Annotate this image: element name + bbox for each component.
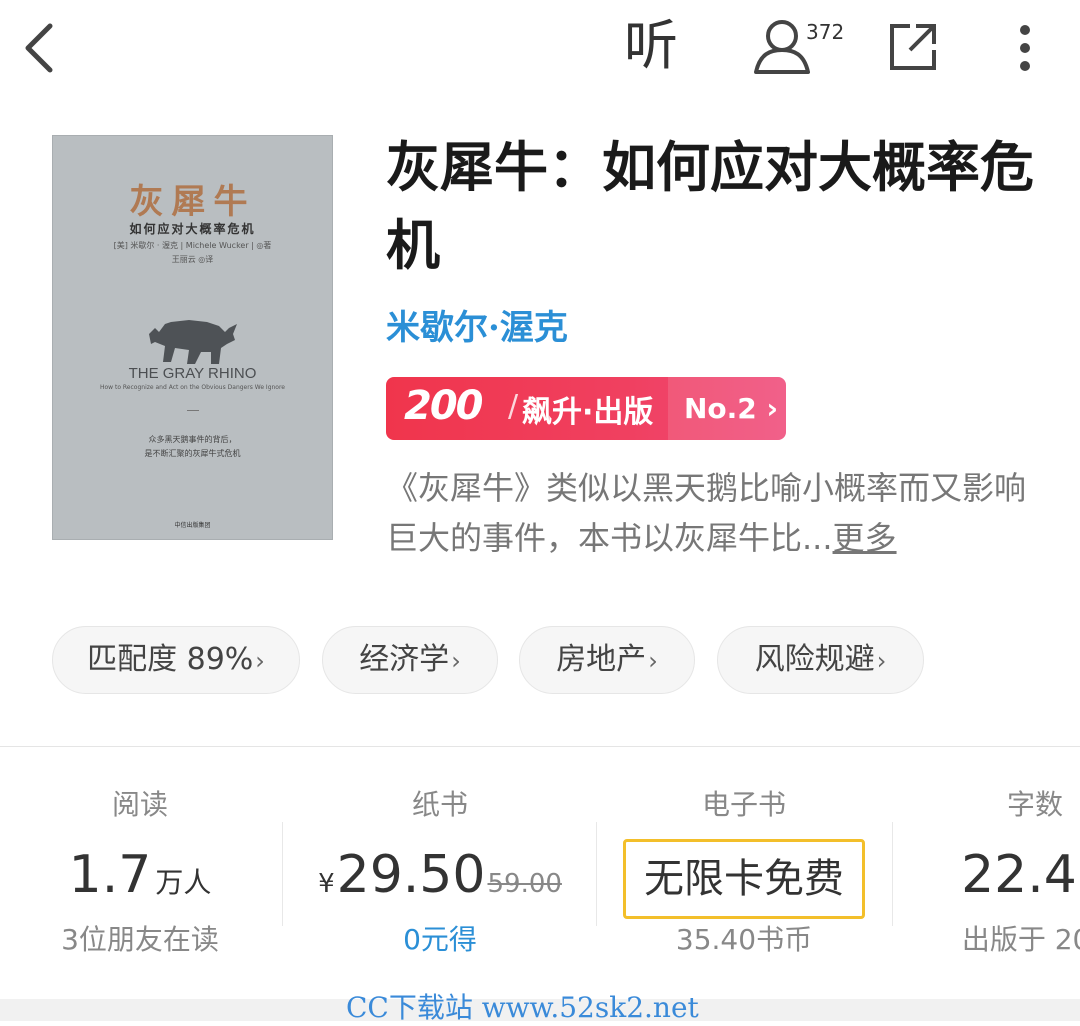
stat-label: 纸书: [411, 788, 468, 821]
person-icon: [754, 20, 810, 74]
stat-value: 1.7 万人: [40, 830, 240, 920]
tag-label: 房地产: [556, 642, 647, 677]
stat-ebook[interactable]: 电子书 无限卡免费 35.40书币: [604, 780, 884, 960]
cover-subtitle: 如何应对大概率危机: [129, 222, 256, 236]
watermark-text: CC下载站 www.52sk2.net: [346, 991, 699, 1024]
stat-value: 无限卡免费: [604, 830, 884, 920]
cover-translator-line: 王丽云 ◎译: [171, 255, 214, 264]
book-cover[interactable]: 灰犀牛 如何应对大概率危机 [美] 米歇尔 · 渥克 | Michele Wuc…: [52, 135, 333, 540]
free-paper-link[interactable]: 0元得: [300, 920, 580, 960]
share-icon[interactable]: [886, 20, 940, 74]
tag-real-estate[interactable]: 房地产›: [519, 626, 695, 694]
rank-slash: /: [508, 389, 519, 424]
stat-label: 电子书: [701, 788, 786, 821]
stat-sub: 35.40书币: [675, 923, 813, 956]
stat-label: 字数: [1006, 788, 1063, 821]
rank-label: 飙升·出版: [522, 395, 654, 430]
paper-original-price: 59.00: [487, 869, 562, 899]
book-description: 《灰犀牛》类似以黑天鹅比喻小概率而又影响巨大的事件，本书以灰犀牛比...更多: [386, 463, 1026, 563]
stat-read[interactable]: 阅读 1.7 万人 3位朋友在读: [40, 780, 240, 960]
tag-label: 匹配度 89%: [87, 642, 254, 677]
cover-en-subtitle: How to Recognize and Act on the Obvious …: [99, 384, 285, 391]
stat-separator: [892, 822, 893, 926]
read-count: 1.7: [68, 845, 152, 905]
tag-economics[interactable]: 经济学›: [322, 626, 498, 694]
word-count: 22.4: [961, 845, 1077, 905]
cover-blurb-2: 是不断汇聚的灰犀牛式危机: [144, 449, 241, 458]
cover-blurb-1: 众多黑天鹅事件的背后，: [148, 435, 237, 444]
tag-label: 风险规避: [754, 642, 875, 677]
more-link[interactable]: 更多: [833, 519, 897, 557]
author-link[interactable]: 米歇尔·渥克: [386, 300, 568, 349]
tag-label: 经济学: [359, 642, 450, 677]
rank-position: No.2 ›: [684, 392, 778, 425]
stat-value: ¥29.5059.00: [300, 830, 580, 920]
section-divider: [0, 746, 1080, 747]
chevron-right-icon: ›: [766, 392, 779, 425]
chevron-right-icon: ›: [255, 647, 265, 675]
back-icon[interactable]: [18, 22, 62, 74]
chevron-right-icon: ›: [451, 647, 461, 675]
chevron-right-icon: ›: [648, 647, 658, 675]
description-text: 《灰犀牛》类似以黑天鹅比喻小概率而又影响巨大的事件，本书以灰犀牛比...: [386, 469, 1027, 557]
stat-label: 阅读: [111, 788, 168, 821]
cover-author-line: [美] 米歇尔 · 渥克 | Michele Wucker | ◎著: [113, 241, 272, 250]
chevron-right-icon: ›: [876, 647, 887, 675]
listen-button[interactable]: 听: [624, 14, 678, 78]
cover-en-title: THE GRAY RHINO: [128, 365, 257, 382]
rank-badge[interactable]: 200 / 飙升·出版 No.2 ›: [386, 377, 786, 440]
tag-risk[interactable]: 风险规避›: [717, 626, 924, 694]
stat-separator: [282, 822, 283, 926]
stat-paper[interactable]: 纸书 ¥29.5059.00 0元得: [300, 780, 580, 960]
book-title: 灰犀牛：如何应对大概率危机: [386, 135, 1034, 277]
tag-match[interactable]: 匹配度 89%›: [52, 626, 300, 694]
stat-sub: 出版于 201: [961, 923, 1080, 956]
unlimited-card-button[interactable]: 无限卡免费: [623, 839, 865, 919]
cover-title: 灰犀牛: [129, 182, 256, 222]
currency-symbol: ¥: [318, 869, 335, 899]
rank-number: 200: [404, 383, 483, 429]
cover-publisher: 中信出版集团: [174, 522, 211, 529]
more-icon[interactable]: [1008, 22, 1042, 74]
rank-position-text: No.2: [684, 392, 757, 425]
read-unit: 万人: [155, 866, 212, 899]
paper-price: 29.50: [336, 845, 486, 905]
stat-sub: 3位朋友在读: [61, 923, 219, 956]
rhino-icon: [149, 320, 237, 364]
stat-words[interactable]: 字数 22.4万 出版于 201: [910, 780, 1080, 960]
reader-count: 372: [806, 20, 845, 44]
cover-divider: [187, 410, 199, 411]
stat-separator: [596, 822, 597, 926]
readers-button[interactable]: 372: [752, 16, 852, 78]
stat-value: 22.4万: [910, 830, 1080, 920]
